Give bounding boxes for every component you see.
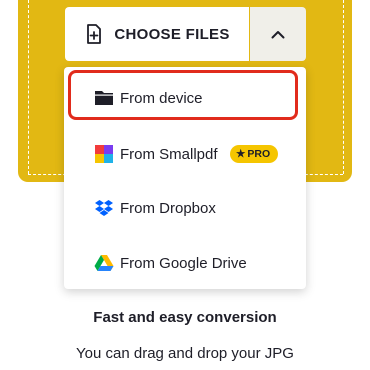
pro-badge-label: PRO [247,148,271,160]
folder-icon [94,88,114,108]
file-upload-icon [84,23,104,45]
drop-zone-border-left [28,0,29,174]
choose-files-label: CHOOSE FILES [114,25,230,43]
menu-item-from-google-drive[interactable]: From Google Drive [64,235,306,291]
menu-item-from-dropbox[interactable]: From Dropbox [64,180,306,236]
upload-source-menu: From device From Smallpdf ★ PRO From Dro… [64,67,306,289]
menu-item-label: From Dropbox [120,199,216,217]
pro-badge: ★ PRO [230,145,279,163]
menu-item-from-device[interactable]: From device [64,70,306,126]
dropbox-icon [94,198,114,218]
star-icon: ★ [236,148,246,160]
smallpdf-logo-icon [94,144,114,164]
google-drive-icon [94,253,114,273]
choose-files-toggle-button[interactable] [250,7,306,61]
chevron-up-icon [271,30,285,39]
upload-page: CHOOSE FILES From device From Smallpdf ★… [0,0,370,370]
menu-item-label: From device [120,89,203,107]
menu-item-label: From Google Drive [120,254,247,272]
drop-zone-border-right [343,0,344,174]
menu-item-from-smallpdf[interactable]: From Smallpdf ★ PRO [64,126,306,182]
menu-item-label: From Smallpdf [120,145,218,163]
choose-files-button[interactable]: CHOOSE FILES [65,7,249,61]
section-description: You can drag and drop your JPG [76,345,294,362]
section-heading: Fast and easy conversion [93,309,277,326]
